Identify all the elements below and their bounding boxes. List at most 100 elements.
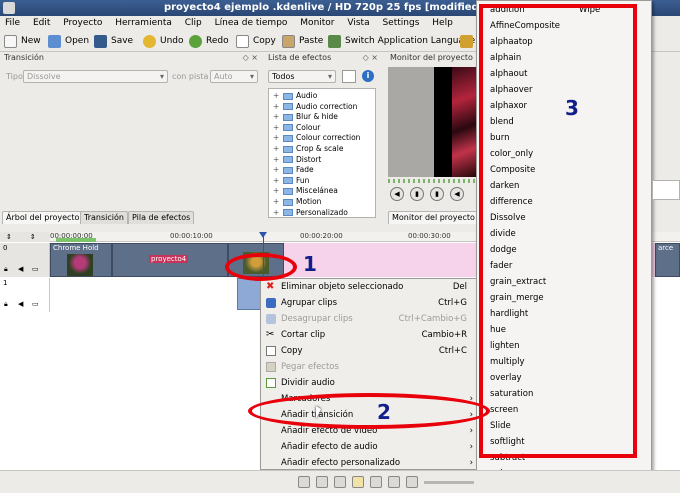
clip-proyecto4[interactable]: proyecto4	[112, 243, 228, 277]
effect-category-colour-correction[interactable]: + Colour correction	[273, 133, 360, 144]
tab-transicion[interactable]: Transición	[80, 211, 128, 224]
timeline-view-icon[interactable]	[334, 476, 346, 488]
effect-category-fun[interactable]: + Fun	[273, 176, 309, 187]
menu-item-dividir-audio[interactable]: Dividir audio	[261, 375, 479, 391]
rewind-icon[interactable]: ◀	[390, 187, 404, 201]
menu-item-shortcut: Ctrl+Cambio+G	[398, 314, 467, 324]
folder-icon	[283, 156, 293, 164]
info-icon[interactable]: i	[362, 70, 374, 82]
switch-language-label: Switch Application Language	[345, 36, 476, 46]
effects-filter-select[interactable]: Todos	[268, 70, 336, 83]
effect-category-distort[interactable]: + Distort	[273, 155, 321, 166]
effect-category-blur-hide[interactable]: + Blur & hide	[273, 112, 338, 123]
tipo-select[interactable]: Dissolve	[23, 70, 168, 83]
zoom-out-icon[interactable]	[406, 476, 418, 488]
folder-icon	[283, 103, 293, 111]
menu-settings[interactable]: Settings	[382, 18, 419, 28]
menu-vista[interactable]: Vista	[347, 18, 369, 28]
effects-search-box[interactable]	[342, 70, 356, 83]
clip-track1[interactable]	[237, 278, 261, 310]
new-button[interactable]: New	[4, 33, 41, 50]
monitor-position-ruler[interactable]	[388, 179, 478, 183]
menu-item-anadir-efecto-audio[interactable]: Añadir efecto de audio ›	[261, 439, 479, 455]
lock-icon[interactable]: 🔒︎	[4, 300, 8, 309]
video-frame-black	[434, 67, 454, 177]
lock-icon[interactable]: 🔒︎	[4, 265, 8, 274]
menu-edit[interactable]: Edit	[33, 18, 50, 28]
menu-item-desagrupar[interactable]: Desagrupar clips Ctrl+Cambio+G	[261, 311, 479, 327]
track-header-1: 1 🔒︎ ◀︎ ▭	[0, 278, 50, 312]
clip-right[interactable]: arce	[655, 243, 680, 277]
menu-clip[interactable]: Clip	[185, 18, 202, 28]
menu-item-copy[interactable]: Copy Ctrl+C	[261, 343, 479, 359]
paste-button[interactable]: Paste	[282, 33, 323, 50]
effect-category-label: Fade	[296, 165, 314, 175]
monitor-panel-title: Monitor del proyecto	[390, 53, 473, 62]
menu-item-pegar-efectos[interactable]: Pegar efectos	[261, 359, 479, 375]
track-header-0: 0 🔒︎ ◀︎ ▭	[0, 243, 50, 277]
spacer-tool-icon[interactable]	[388, 476, 400, 488]
redo-button[interactable]: Redo	[189, 33, 229, 50]
menu-linea-de-tiempo[interactable]: Línea de tiempo	[215, 18, 288, 28]
effect-category-personalizado[interactable]: + Personalizado	[273, 208, 348, 219]
effect-category-motion[interactable]: + Motion	[273, 197, 321, 208]
menu-item-cortar[interactable]: ✂ Cortar clip Cambio+R	[261, 327, 479, 343]
effect-category-colour[interactable]: + Colour	[273, 123, 320, 134]
folder-icon	[283, 187, 293, 195]
timeline-view-icon[interactable]	[316, 476, 328, 488]
tab-arbol-proyecto[interactable]: Árbol del proyecto	[2, 211, 84, 224]
clip-chroma-hold[interactable]: Chrome Hold	[50, 243, 112, 277]
zone-start-icon[interactable]: ▮	[410, 187, 424, 201]
open-button[interactable]: Open	[48, 33, 89, 50]
playhead-marker[interactable]	[259, 232, 267, 238]
audio-icon[interactable]: ◀︎	[18, 300, 23, 308]
save-button[interactable]: Save	[94, 33, 133, 50]
con-pista-select[interactable]: Auto	[210, 70, 258, 83]
menu-help[interactable]: Help	[432, 18, 453, 28]
monitor-timecode-field[interactable]	[652, 180, 680, 200]
selection-tool-icon[interactable]	[352, 476, 364, 488]
effects-panel-float-close-icon[interactable]: ◇ ×	[363, 53, 378, 62]
zoom-slider[interactable]	[424, 481, 474, 484]
panel-float-close-icon[interactable]: ◇ ×	[243, 53, 258, 62]
menu-item-eliminar[interactable]: ✖ Eliminar objeto seleccionado Del	[261, 279, 479, 295]
menu-monitor[interactable]: Monitor	[300, 18, 334, 28]
effect-category-crop-scale[interactable]: + Crop & scale	[273, 144, 343, 155]
annotation-number-3: 3	[565, 96, 579, 120]
effect-category-miscelanea[interactable]: + Miscelánea	[273, 186, 338, 197]
edit-tool-button[interactable]	[460, 33, 477, 50]
language-icon	[328, 35, 341, 48]
con-pista-value: Auto	[214, 72, 233, 81]
menu-herramienta[interactable]: Herramienta	[115, 18, 172, 28]
razor-tool-icon[interactable]	[370, 476, 382, 488]
copy-button[interactable]: Copy	[236, 33, 276, 50]
zone-marker[interactable]	[56, 238, 96, 242]
undo-button[interactable]: Undo	[143, 33, 184, 50]
menu-item-label: Añadir efecto de audio	[281, 442, 378, 452]
effect-category-label: Blur & hide	[296, 112, 338, 122]
video-icon[interactable]: ▭	[32, 265, 39, 273]
tab-monitor-proyecto[interactable]: Monitor del proyecto	[388, 211, 479, 224]
menu-item-agrupar[interactable]: Agrupar clips Ctrl+G	[261, 295, 479, 311]
video-icon[interactable]: ▭	[32, 300, 39, 308]
effect-category-audio-correction[interactable]: + Audio correction	[273, 102, 357, 113]
menu-item-label: Dividir audio	[281, 378, 335, 388]
timeline-view-icon[interactable]	[298, 476, 310, 488]
menu-file[interactable]: File	[5, 18, 20, 28]
folder-icon	[283, 166, 293, 174]
folder-icon	[283, 198, 293, 206]
audio-icon[interactable]: ◀︎	[18, 265, 23, 273]
effect-category-label: Audio correction	[296, 101, 358, 111]
switch-language-button[interactable]: Switch Application Language	[328, 33, 475, 50]
status-bar	[0, 470, 680, 493]
tab-pila-efectos[interactable]: Pila de efectos	[128, 211, 195, 224]
monitor-panel: Monitor del proyecto ◀ ▮ ▮ ◀	[386, 53, 480, 225]
menu-item-label: Cortar clip	[281, 330, 326, 340]
open-button-label: Open	[65, 36, 90, 46]
zone-end-icon[interactable]: ▮	[430, 187, 444, 201]
menu-proyecto[interactable]: Proyecto	[63, 18, 102, 28]
menu-item-anadir-efecto-personalizado[interactable]: Añadir efecto personalizado ›	[261, 455, 479, 471]
effect-category-fade[interactable]: + Fade	[273, 165, 314, 176]
previous-frame-icon[interactable]: ◀	[450, 187, 464, 201]
effect-category-audio[interactable]: + Audio	[273, 91, 317, 102]
